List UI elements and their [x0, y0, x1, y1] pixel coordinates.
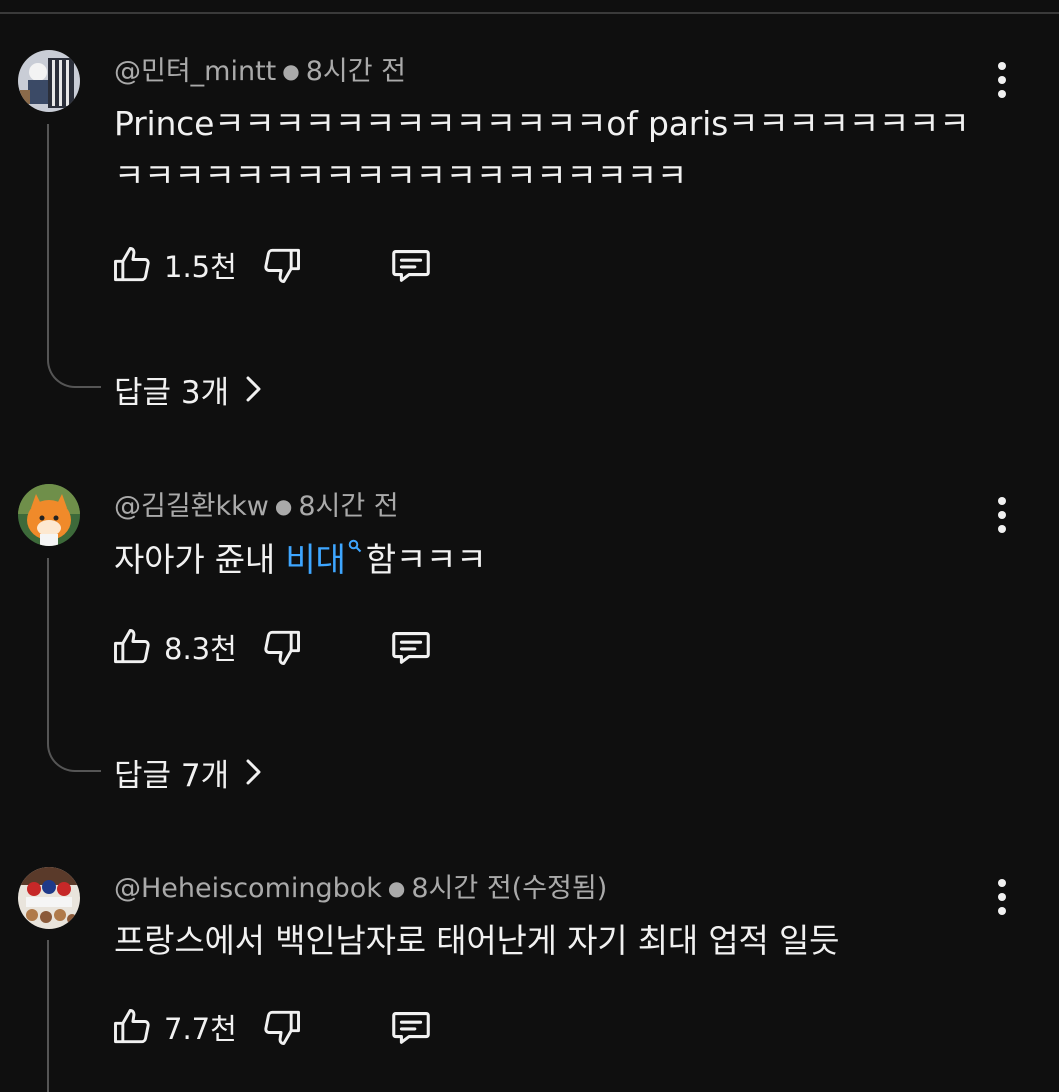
- thread-line: [47, 558, 49, 744]
- comment-actions: 7.7천: [110, 1002, 450, 1052]
- more-vert-icon-dot: [998, 511, 1006, 519]
- author-name[interactable]: @Heheiscomingbok: [114, 873, 382, 904]
- dislike-button[interactable]: [260, 1002, 304, 1052]
- reply-button[interactable]: [388, 240, 434, 290]
- more-options-button[interactable]: [986, 58, 1018, 102]
- comment-text-part: 자아가 쥰내: [114, 540, 286, 579]
- author-name[interactable]: @김길환kkw: [114, 491, 269, 522]
- timestamp[interactable]: 8시간 전(수정됨): [411, 873, 607, 904]
- more-vert-icon-dot: [998, 525, 1006, 533]
- thread-connector: [47, 742, 101, 772]
- reply-button[interactable]: [388, 1002, 434, 1052]
- thumbs-down-icon: [264, 630, 300, 665]
- more-vert-icon-dot: [998, 497, 1006, 505]
- more-vert-icon-dot: [998, 90, 1006, 98]
- top-divider: [0, 0, 1059, 14]
- view-replies-button[interactable]: 답글 3개: [114, 367, 263, 411]
- thumbs-down-icon: [264, 1010, 300, 1045]
- dislike-button[interactable]: [260, 622, 304, 672]
- thread-connector: [47, 358, 101, 388]
- comment-text: 자아가 쥰내 비대 함ㅋㅋㅋ: [114, 534, 994, 586]
- search-term-link[interactable]: 비대: [285, 539, 365, 579]
- comment-meta: @Heheiscomingbok ● 8시간 전(수정됨): [114, 870, 607, 907]
- comment-text-part: 함ㅋㅋㅋ: [365, 540, 487, 579]
- chevron-right-icon: [246, 376, 261, 402]
- replies-label: 답글 7개: [114, 757, 230, 794]
- thread-line: [47, 940, 49, 1092]
- thumbs-down-icon: [264, 248, 300, 283]
- chevron-right-icon: [246, 759, 261, 785]
- avatar[interactable]: [18, 484, 80, 546]
- separator-dot: ●: [274, 494, 293, 518]
- like-button[interactable]: 7.7천: [110, 1002, 237, 1052]
- view-replies-button[interactable]: 답글 7개: [114, 750, 263, 794]
- separator-dot: ●: [387, 876, 406, 900]
- avatar[interactable]: [18, 50, 80, 112]
- more-vert-icon-dot: [998, 907, 1006, 915]
- comment-actions: 8.3천: [110, 622, 450, 672]
- comment-icon: [392, 632, 430, 664]
- comment-meta: @김길환kkw ● 8시간 전: [114, 488, 399, 525]
- more-options-button[interactable]: [986, 493, 1018, 537]
- avatar[interactable]: [18, 867, 80, 929]
- comment-icon: [392, 250, 430, 282]
- like-count: 8.3천: [164, 632, 237, 666]
- more-vert-icon-dot: [998, 62, 1006, 70]
- like-count: 7.7천: [164, 1012, 237, 1046]
- comment-actions: 1.5천: [110, 240, 450, 290]
- more-options-button[interactable]: [986, 875, 1018, 919]
- like-button[interactable]: 1.5천: [110, 240, 237, 290]
- like-count: 1.5천: [164, 250, 237, 284]
- comment-meta: @민텨_mintt ● 8시간 전: [114, 53, 406, 90]
- reply-button[interactable]: [388, 622, 434, 672]
- like-button[interactable]: 8.3천: [110, 622, 237, 672]
- separator-dot: ●: [282, 59, 300, 83]
- search-icon: [348, 539, 361, 553]
- dislike-button[interactable]: [260, 240, 304, 290]
- author-name[interactable]: @민텨_mintt: [114, 56, 276, 87]
- thread-line: [47, 124, 49, 360]
- more-vert-icon-dot: [998, 879, 1006, 887]
- more-vert-icon-dot: [998, 76, 1006, 84]
- timestamp[interactable]: 8시간 전: [306, 56, 406, 87]
- timestamp[interactable]: 8시간 전: [298, 491, 398, 522]
- comment-icon: [392, 1012, 430, 1044]
- thumbs-up-icon: [114, 629, 150, 664]
- thumbs-up-icon: [114, 1009, 150, 1044]
- more-vert-icon-dot: [998, 893, 1006, 901]
- replies-label: 답글 3개: [114, 374, 230, 411]
- comment-text: Princeㅋㅋㅋㅋㅋㅋㅋㅋㅋㅋㅋㅋㅋof parisㅋㅋㅋㅋㅋㅋㅋㅋㅋㅋㅋㅋㅋ…: [114, 104, 970, 195]
- search-term-label: 비대: [285, 540, 346, 579]
- comment-text: 프랑스에서 백인남자로 태어난게 자기 최대 업적 일듯: [114, 921, 840, 960]
- thumbs-up-icon: [114, 247, 150, 282]
